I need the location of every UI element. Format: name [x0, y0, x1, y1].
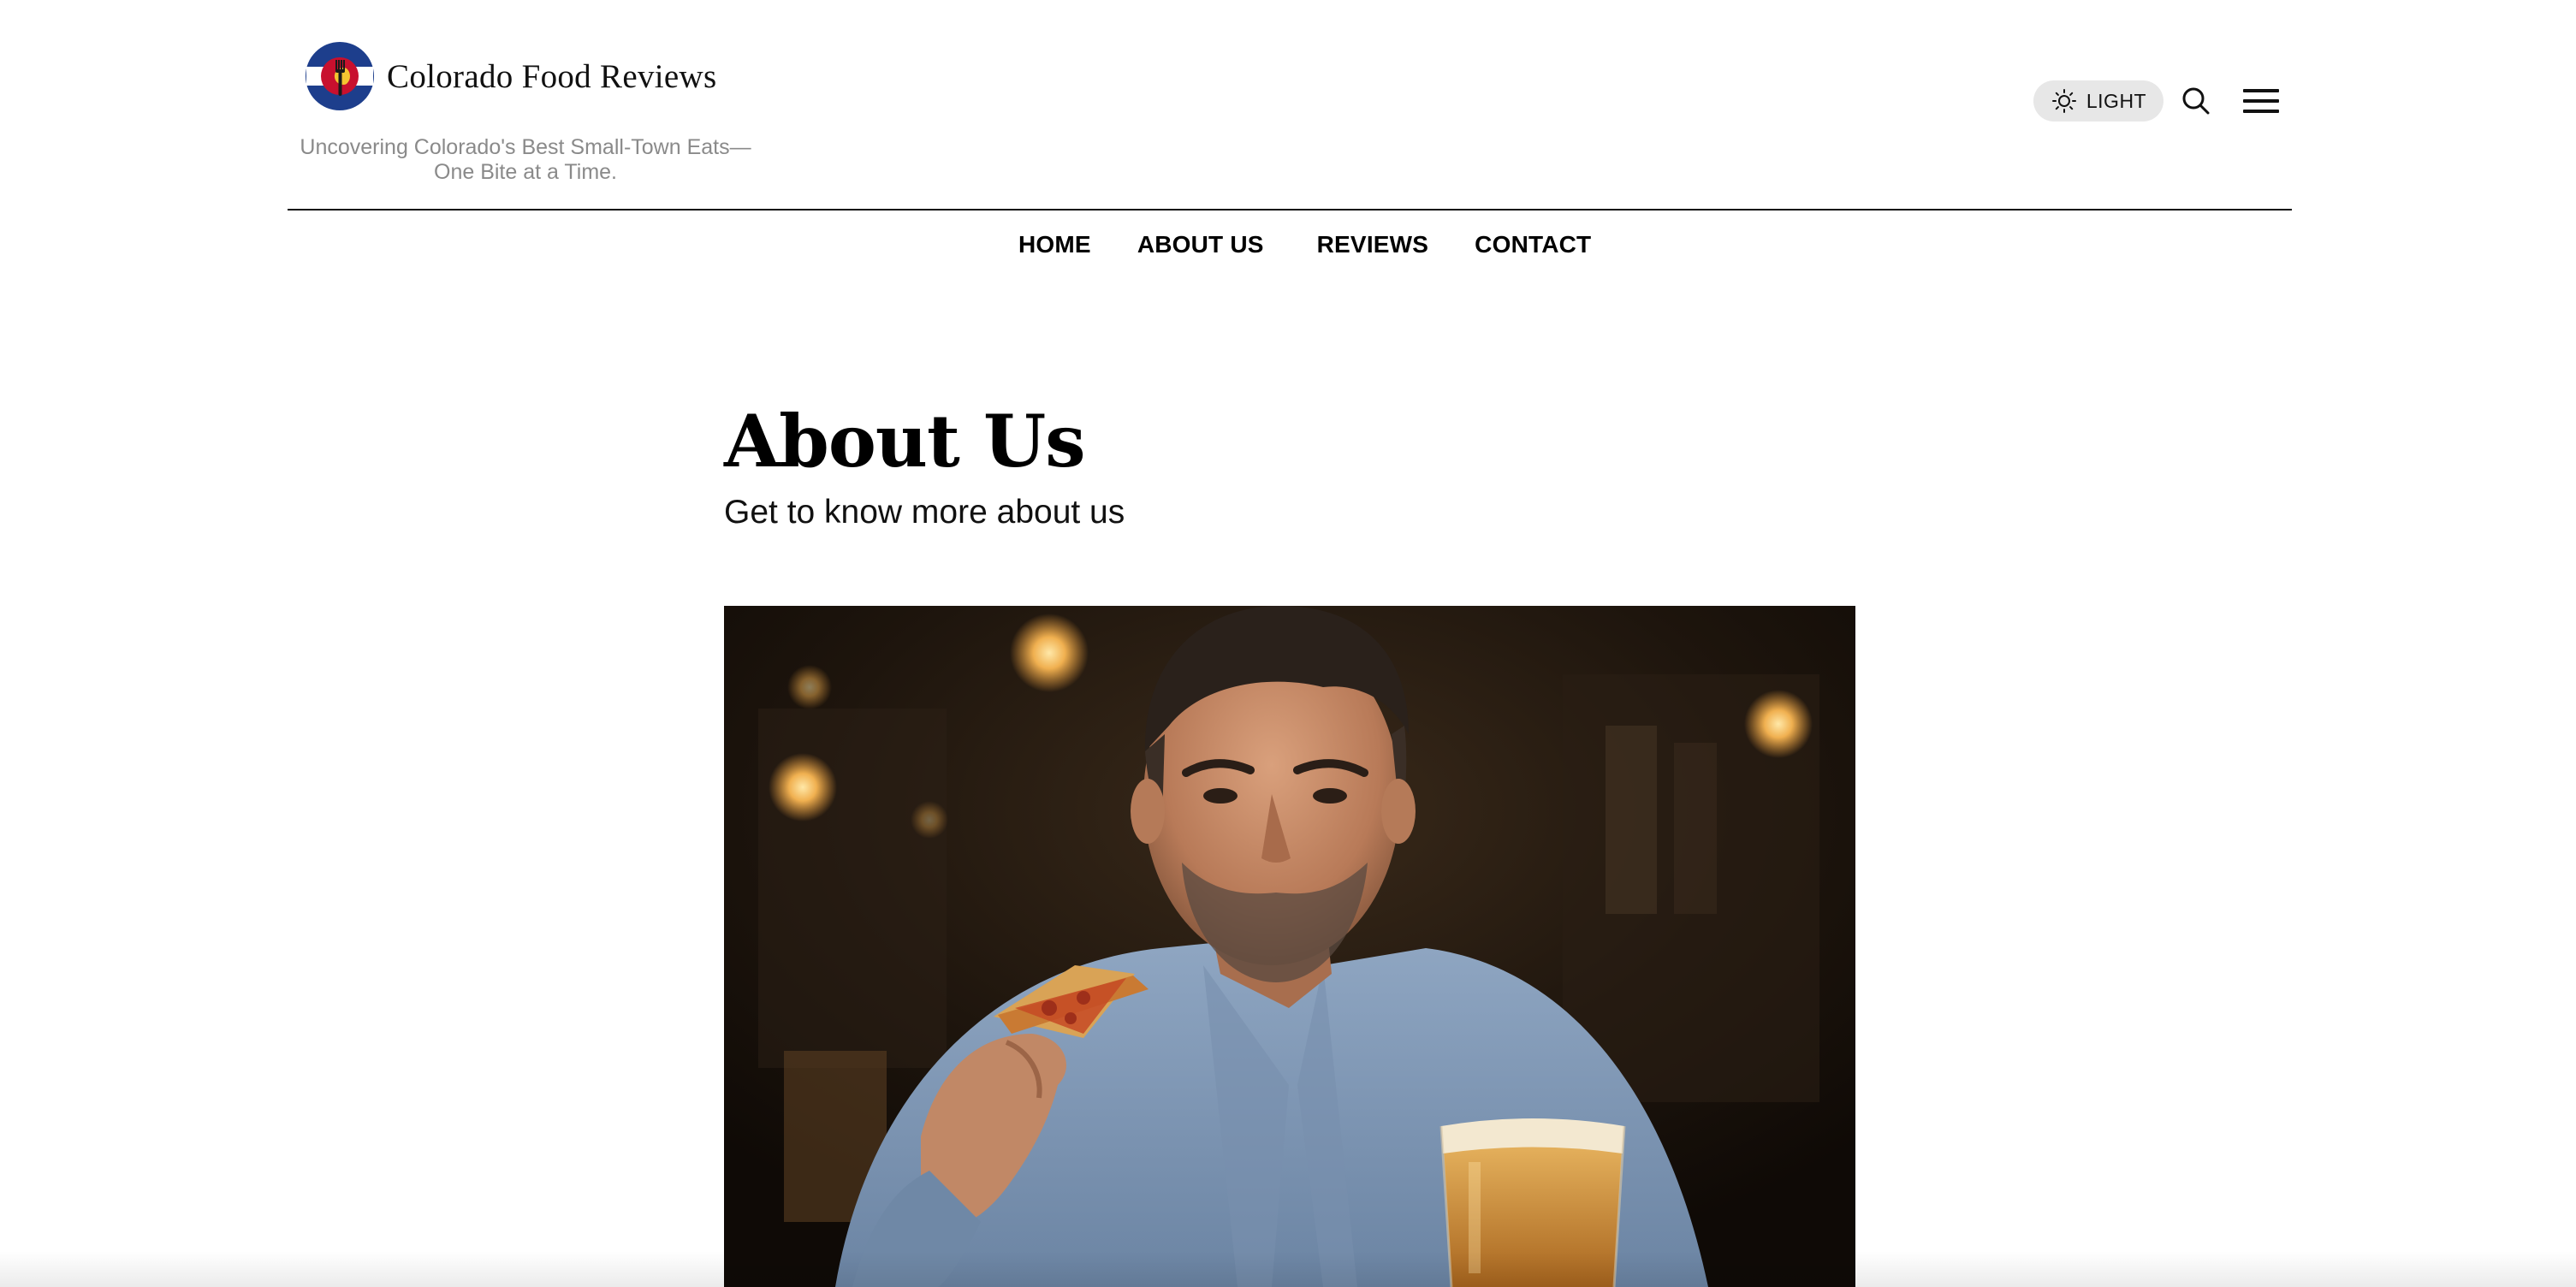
main-nav: HOME ABOUT US REVIEWS CONTACT — [1018, 228, 1591, 262]
nav-item-home[interactable]: HOME — [1018, 231, 1091, 258]
page-subtitle: Get to know more about us — [724, 494, 1125, 531]
hero-illustration — [724, 606, 1855, 1287]
page-title: About Us — [724, 399, 1086, 483]
theme-toggle-button[interactable]: LIGHT — [2033, 80, 2163, 122]
search-button[interactable] — [2179, 84, 2213, 118]
header-actions: LIGHT — [2033, 80, 2280, 122]
page: Colorado Food Reviews Uncovering Colorad… — [0, 0, 2576, 1287]
hero-image — [724, 606, 1855, 1287]
colorado-flag-fork-icon[interactable] — [305, 41, 375, 111]
site-title[interactable]: Colorado Food Reviews — [387, 57, 716, 96]
search-icon — [2182, 87, 2210, 115]
header-divider — [288, 209, 2292, 211]
theme-toggle-label: LIGHT — [2086, 89, 2147, 112]
menu-button[interactable] — [2242, 84, 2280, 118]
site-tagline: Uncovering Colorado's Best Small-Town Ea… — [300, 135, 751, 184]
nav-item-contact[interactable]: CONTACT — [1475, 231, 1591, 258]
hamburger-menu-icon — [2243, 89, 2279, 113]
sun-icon — [2051, 89, 2076, 113]
site-brand[interactable]: Colorado Food Reviews — [305, 41, 716, 111]
nav-item-about-us[interactable]: ABOUT US — [1137, 231, 1264, 258]
nav-item-reviews[interactable]: REVIEWS — [1317, 231, 1429, 258]
